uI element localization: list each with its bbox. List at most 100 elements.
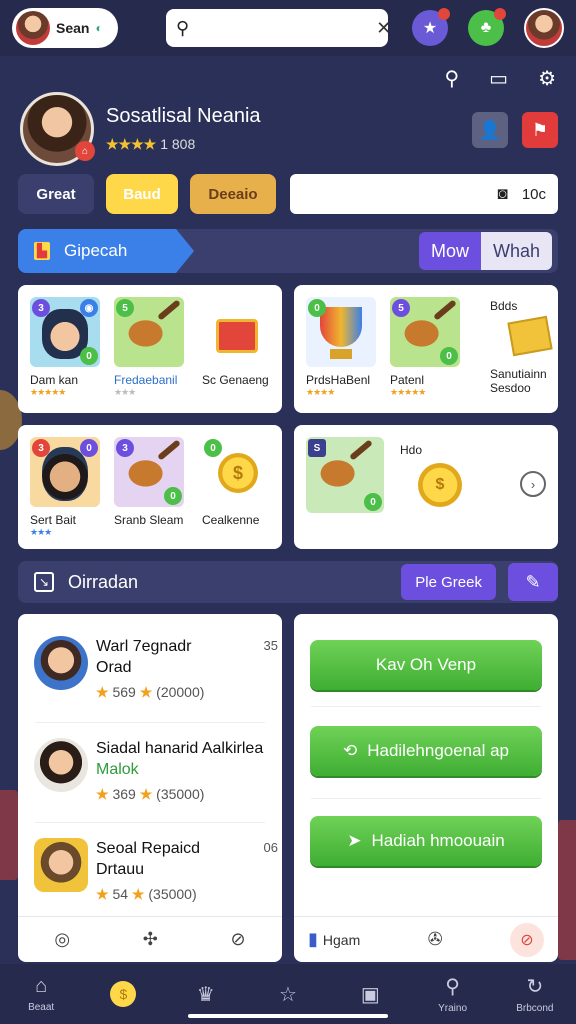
item-stars: ★★★ bbox=[30, 527, 52, 537]
flag-icon[interactable]: ⚑ bbox=[522, 112, 558, 148]
section-header: ↘ Oirradan Ple Greek ✎ bbox=[18, 561, 558, 603]
background-gift bbox=[558, 820, 576, 960]
avatar bbox=[16, 11, 50, 45]
list-item-subtitle: Orad bbox=[96, 659, 132, 676]
item-tile[interactable]: S 0 bbox=[306, 437, 384, 513]
list-item-subtitle: Drtauu bbox=[96, 861, 145, 878]
refresh-icon: ⟲ bbox=[342, 741, 358, 760]
close-icon[interactable]: ✕ bbox=[376, 18, 391, 39]
badge-icon: 0 bbox=[164, 487, 182, 505]
divider bbox=[35, 722, 265, 723]
compass-icon[interactable]: ⊘ bbox=[231, 929, 246, 950]
item-tile[interactable]: 5 Fredaebanil ★★★ bbox=[114, 297, 184, 398]
list-item-number: 35 bbox=[263, 638, 278, 653]
green-button[interactable]: Kav Oh Venp bbox=[310, 640, 542, 690]
list-item-title: Siadal hanarid Aalkirlea Malok bbox=[96, 738, 263, 780]
nav-coins[interactable]: $ bbox=[82, 964, 164, 1024]
chart-icon[interactable]: ▭ bbox=[489, 66, 508, 91]
baud-button[interactable]: Baud bbox=[106, 174, 178, 214]
nav-home[interactable]: ⌂ Beaat bbox=[0, 964, 82, 1024]
book-icon[interactable]: ▮ Hgam bbox=[308, 929, 360, 950]
green-button[interactable]: ➤ Hadiah hmoouain bbox=[310, 816, 542, 866]
item-tile[interactable]: 5 0 Patenl ★★★★★ bbox=[390, 297, 460, 398]
category-label[interactable]: ▙ Gipecah bbox=[18, 229, 194, 273]
list-item-title: Seoal Repaicd Drtauu bbox=[96, 838, 200, 880]
user-chip[interactable]: Sean ◐ bbox=[12, 8, 118, 48]
item-card: 3 ◉ 0 Dam kan ★★★★★ 5 Fredaebanil ★★★ Sc… bbox=[18, 285, 282, 413]
badge-icon: 0 bbox=[204, 439, 222, 457]
nav-search[interactable]: ⚲ Yraino bbox=[411, 964, 493, 1024]
home-indicator bbox=[188, 1014, 388, 1018]
chest-icon bbox=[216, 319, 258, 353]
tab-mow[interactable]: Mow bbox=[418, 232, 481, 270]
green-button-label: Hadilehngoenal ap bbox=[367, 741, 510, 760]
item-thumbnail: 5 0 bbox=[390, 297, 460, 367]
settings-icon[interactable]: ⚙ bbox=[538, 66, 556, 91]
item-tile[interactable]: Bdds Sanutiainn Sesdoo bbox=[490, 299, 553, 395]
profile-avatar[interactable]: ⌂ bbox=[20, 92, 95, 166]
rating-count: (20000) bbox=[156, 684, 205, 700]
item-tile[interactable]: 0 PrdsHaBenl ★★★★ bbox=[306, 297, 376, 398]
puzzle-icon[interactable]: ✣ bbox=[143, 929, 158, 950]
item-card: S 0 Hdo $ › bbox=[294, 425, 558, 549]
edit-icon[interactable]: ✎ bbox=[508, 563, 558, 601]
profile-actions: 👤 ⚑ bbox=[472, 112, 558, 148]
star-icon: ★ bbox=[131, 886, 145, 902]
list-item-title-line: Siadal hanarid Aalkirlea bbox=[96, 740, 264, 757]
camera-icon[interactable]: ◙ bbox=[498, 184, 508, 204]
nav-refresh[interactable]: ↻ Brbcond bbox=[494, 964, 576, 1024]
compass-icon[interactable]: ⊘ bbox=[509, 922, 544, 957]
send-icon: ➤ bbox=[347, 831, 362, 850]
list-item[interactable]: Warl 7egnadr Orad 35 ★ 569 ★ (20000) bbox=[34, 636, 282, 716]
item-thumbnail: 0 bbox=[306, 297, 376, 367]
rating-value: 569 bbox=[112, 684, 136, 700]
list-item-rating: ★ 369 ★ (35000) bbox=[96, 786, 204, 803]
search-input[interactable] bbox=[195, 20, 377, 36]
item-tile[interactable]: 3 0 Sert Bait ★★★ bbox=[30, 437, 100, 538]
add-friend-icon[interactable]: 👤 bbox=[472, 112, 508, 148]
item-tile[interactable]: $ 0 Cealkenne bbox=[202, 437, 272, 527]
gift-icon[interactable]: ★ bbox=[412, 8, 450, 46]
list-item-rating: ★ 54 ★ (35000) bbox=[96, 886, 197, 903]
search-icon: ⚲ bbox=[176, 17, 190, 38]
settings-icon[interactable]: ✇ bbox=[428, 929, 443, 950]
trophy-icon bbox=[320, 307, 362, 347]
item-tile[interactable]: 3 0 Sranb Sleam bbox=[114, 437, 184, 527]
game-icon[interactable]: ♣ bbox=[468, 8, 506, 46]
target-icon[interactable]: ◎ bbox=[54, 929, 70, 950]
coin-icon: $ bbox=[418, 463, 462, 507]
deeaio-button[interactable]: Deeaio bbox=[190, 174, 276, 214]
chevron-right-icon[interactable]: › bbox=[520, 471, 546, 497]
avatar bbox=[34, 838, 88, 892]
list-item-rating: ★ 569 ★ (20000) bbox=[96, 684, 204, 701]
item-label: Sanutiainn bbox=[490, 367, 547, 381]
list-item-title: Warl 7egnadr Orad bbox=[96, 636, 191, 678]
rating-value: 369 bbox=[112, 786, 136, 802]
actions-card: Kav Oh Venp ⟲ Hadilehngoenal ap ➤ Hadiah h… bbox=[294, 614, 558, 962]
item-label: Dam kan bbox=[30, 373, 79, 387]
nav-label: Brbcond bbox=[516, 1003, 554, 1014]
item-thumbnail: 3 0 bbox=[114, 437, 184, 507]
avatar[interactable] bbox=[524, 8, 564, 48]
star-icon: ★ bbox=[139, 786, 153, 802]
item-label: Fredaebanil bbox=[114, 373, 178, 387]
action-row: Great Baud Deeaio bbox=[18, 174, 276, 214]
search-icon[interactable]: ⚲ bbox=[445, 66, 460, 91]
badge-icon: 5 bbox=[392, 299, 410, 317]
great-button[interactable]: Great bbox=[18, 174, 94, 214]
rating-count: (35000) bbox=[148, 886, 197, 902]
badge-icon: 3 bbox=[32, 439, 50, 457]
list-item-subtitle: Malok bbox=[96, 761, 139, 778]
green-button[interactable]: ⟲ Hadilehngoenal ap bbox=[310, 726, 542, 776]
badge-icon: 0 bbox=[308, 299, 326, 317]
coin-icon: $ bbox=[218, 453, 258, 493]
section-button[interactable]: Ple Greek bbox=[401, 564, 496, 600]
search-icon: ⚲ bbox=[445, 976, 460, 998]
list-item[interactable]: Seoal Repaicd Drtauu 06 ★ 54 ★ (35000) bbox=[34, 838, 282, 918]
item-tile[interactable]: Hdo $ bbox=[400, 443, 462, 507]
item-tile[interactable]: 3 ◉ 0 Dam kan ★★★★★ bbox=[30, 297, 100, 398]
list-item[interactable]: Siadal hanarid Aalkirlea Malok ★ 369 ★ (3… bbox=[34, 738, 282, 818]
item-tile[interactable]: Sc Genaeng bbox=[202, 297, 272, 387]
tab-whah[interactable]: Whah bbox=[480, 232, 552, 270]
coin-field[interactable]: ◙ 10c bbox=[290, 174, 558, 214]
